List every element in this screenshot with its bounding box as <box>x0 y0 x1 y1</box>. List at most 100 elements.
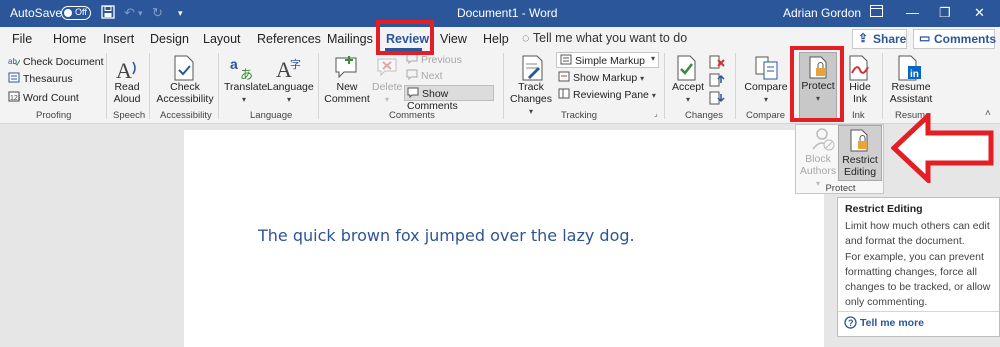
annotation-protect-box <box>790 46 844 122</box>
group-separator <box>149 53 150 119</box>
group-comments-label: Comments <box>389 110 435 121</box>
track-changes-icon <box>520 55 546 84</box>
autosave-state: Off <box>75 7 87 17</box>
svg-text:A: A <box>116 58 132 82</box>
chevron-down-icon: ▾ <box>685 95 690 104</box>
new-comment-icon <box>334 55 360 84</box>
next-comment-button[interactable]: Next <box>406 69 443 82</box>
reviewing-pane-icon <box>558 88 570 99</box>
undo-icon[interactable]: ↶ <box>124 5 135 21</box>
resume-assistant-icon: in <box>897 55 923 84</box>
group-separator <box>318 53 319 119</box>
ribbon: ab Check Document Thesaurus 123 Word Count… <box>0 51 1000 124</box>
reject-icon[interactable] <box>709 55 725 72</box>
undo-dropdown-icon[interactable]: ▾ <box>138 5 143 21</box>
tab-mailings[interactable]: Mailings <box>327 32 373 46</box>
tab-view[interactable]: View <box>440 32 467 46</box>
markup-display-select[interactable]: Simple Markup ▾ <box>556 52 659 68</box>
word-count-icon: 123 <box>8 91 22 102</box>
resume-assistant-button[interactable]: Resume Assistant <box>887 81 935 105</box>
compare-button[interactable]: Compare ▾ <box>742 81 790 106</box>
next-comment-icon <box>406 69 418 81</box>
word-count-button[interactable]: 123 Word Count <box>8 91 79 104</box>
group-accessibility-label: Accessibility <box>160 110 212 121</box>
protect-dropdown: Block Authors ▾ Restrict Editing Protect <box>795 124 884 194</box>
minimize-icon[interactable]: — <box>906 5 919 21</box>
share-label: Share <box>873 32 907 46</box>
hide-ink-label-2: Ink <box>852 93 867 105</box>
redo-icon[interactable]: ↻ <box>152 5 163 21</box>
show-markup-button[interactable]: Show Markup ▾ <box>558 71 644 84</box>
autosave-toggle[interactable]: Off <box>61 6 91 20</box>
comment-icon: ▭ <box>919 31 931 45</box>
restrict-editing-button[interactable]: Restrict Editing <box>838 125 882 181</box>
translate-button[interactable]: Translate ▾ <box>224 81 267 106</box>
annotation-arrow-icon <box>890 110 996 186</box>
hide-ink-button[interactable]: Hide Ink <box>845 81 875 105</box>
group-separator <box>735 53 736 119</box>
resume-label-2: Assistant <box>889 93 933 105</box>
delete-comment-button[interactable]: Delete ▾ <box>372 81 402 106</box>
read-aloud-button[interactable]: Read Aloud <box>112 81 142 105</box>
language-button[interactable]: Language ▾ <box>267 81 314 106</box>
new-comment-button[interactable]: New Comment <box>323 81 371 105</box>
hide-ink-icon <box>848 55 872 84</box>
track-changes-button[interactable]: Track Changes ▾ <box>507 81 555 118</box>
user-name[interactable]: Adrian Gordon <box>783 6 861 20</box>
compare-label: Compare <box>744 81 788 93</box>
restrict-editing-label-wrap: Restrict Editing <box>839 154 881 178</box>
check-accessibility-button[interactable]: Check Accessibility <box>156 81 214 105</box>
document-title: Document1 - Word <box>457 6 558 20</box>
block-authors-icon <box>812 127 836 156</box>
hide-ink-label-1: Hide <box>849 81 871 93</box>
check-document-button[interactable]: ab Check Document <box>8 55 104 68</box>
tell-me-more-link[interactable]: Tell me more <box>860 317 924 329</box>
chevron-down-icon: ▾ <box>286 95 291 104</box>
chevron-down-icon: ▾ <box>528 107 533 116</box>
ribbon-display-icon[interactable] <box>870 5 883 21</box>
tooltip-body-1: Limit how much others can edit and forma… <box>845 220 990 247</box>
markup-icon <box>560 54 572 65</box>
next-label: Next <box>421 70 443 82</box>
svg-text:字: 字 <box>290 57 301 71</box>
save-icon[interactable] <box>101 5 115 23</box>
share-button[interactable]: ⇪ Share <box>852 29 907 49</box>
tab-help[interactable]: Help <box>483 32 509 46</box>
track-changes-label-2: Changes <box>509 93 553 105</box>
chevron-down-icon: ▾ <box>241 95 246 104</box>
document-text[interactable]: The quick brown fox jumped over the lazy… <box>258 226 635 245</box>
track-changes-label-1: Track <box>518 81 544 93</box>
close-icon[interactable]: ✕ <box>974 5 985 21</box>
new-comment-label-2: Comment <box>324 93 370 105</box>
show-comments-button[interactable]: Show Comments <box>404 85 494 112</box>
group-separator <box>882 53 883 119</box>
check-accessibility-label-1: Check <box>170 81 200 93</box>
share-icon: ⇪ <box>858 31 869 45</box>
tell-me-text: Tell me what you want to do <box>532 31 688 45</box>
tell-me-search[interactable]: ◌ Tell me what you want to do <box>522 31 687 45</box>
tab-design[interactable]: Design <box>150 32 189 46</box>
tab-insert[interactable]: Insert <box>103 32 134 46</box>
accept-button[interactable]: Accept ▾ <box>668 81 708 106</box>
tracking-dialog-launcher-icon[interactable]: ⌟ <box>654 109 658 118</box>
show-markup-icon <box>558 71 570 82</box>
tab-file[interactable]: File <box>12 32 32 46</box>
tab-layout[interactable]: Layout <box>203 32 241 46</box>
reviewing-pane-button[interactable]: Reviewing Pane ▾ <box>558 88 656 101</box>
tab-references[interactable]: References <box>257 32 321 46</box>
previous-change-icon[interactable] <box>709 73 725 90</box>
spellcheck-icon: ab <box>8 55 21 66</box>
comments-button[interactable]: ▭ Comments <box>913 29 996 49</box>
delete-label: Delete <box>372 81 403 93</box>
simple-markup-value: Simple Markup <box>575 55 646 67</box>
group-language-label: Language <box>250 110 293 121</box>
customize-qat-icon[interactable]: ▾ <box>178 5 183 21</box>
tab-home[interactable]: Home <box>53 32 86 46</box>
next-change-icon[interactable] <box>709 91 725 108</box>
thesaurus-button[interactable]: Thesaurus <box>8 72 73 85</box>
tooltip-body-2: For example, you can prevent formatting … <box>845 251 991 308</box>
read-aloud-label-1: Read <box>114 81 140 93</box>
group-speech-label: Speech <box>113 110 146 121</box>
group-proofing-label: Proofing <box>36 110 72 121</box>
restore-icon[interactable]: ❐ <box>939 5 951 21</box>
